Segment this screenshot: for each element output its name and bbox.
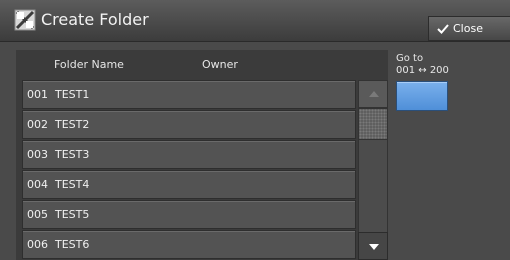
scroll-down-button[interactable]: [358, 232, 388, 260]
folder-row-label: 002 TEST2: [27, 118, 90, 131]
folder-row[interactable]: 001 TEST1: [22, 80, 356, 109]
folder-row-label: 006 TEST6: [27, 238, 90, 251]
close-button[interactable]: Close: [428, 16, 510, 41]
column-header-owner: Owner: [202, 58, 238, 71]
create-folder-screen: Create Folder Close Folder Name Owner 00…: [0, 0, 510, 260]
folder-row-label: 001 TEST1: [27, 88, 90, 101]
page-title: Create Folder: [41, 10, 149, 29]
list-scrollbar[interactable]: [358, 80, 388, 260]
chevron-down-icon: [369, 244, 379, 250]
folder-row-label: 003 TEST3: [27, 148, 90, 161]
column-header-folder-name: Folder Name: [54, 58, 124, 71]
goto-range-label: 001 ↔ 200: [396, 65, 449, 76]
folder-row[interactable]: 005 TEST5: [22, 200, 356, 229]
folder-row[interactable]: 003 TEST3: [22, 140, 356, 169]
close-label: Close: [453, 22, 483, 35]
folder-list-panel: Folder Name Owner 001 TEST1 002 TEST2 00…: [16, 50, 388, 260]
folder-row-label: 004 TEST4: [27, 178, 90, 191]
folder-create-icon: [14, 9, 36, 31]
title-bar: Create Folder Close: [0, 0, 510, 42]
scroll-thumb[interactable]: [358, 108, 388, 140]
goto-label: Go to: [396, 53, 424, 64]
scroll-up-button[interactable]: [358, 80, 388, 108]
folder-row-label: 005 TEST5: [27, 208, 90, 221]
folder-row[interactable]: 006 TEST6: [22, 230, 356, 259]
folder-row[interactable]: 004 TEST4: [22, 170, 356, 199]
scroll-rail[interactable]: [358, 140, 388, 232]
folder-row[interactable]: 002 TEST2: [22, 110, 356, 139]
checkmark-icon: [437, 24, 449, 34]
goto-button[interactable]: [396, 81, 448, 111]
chevron-up-icon: [369, 91, 379, 97]
